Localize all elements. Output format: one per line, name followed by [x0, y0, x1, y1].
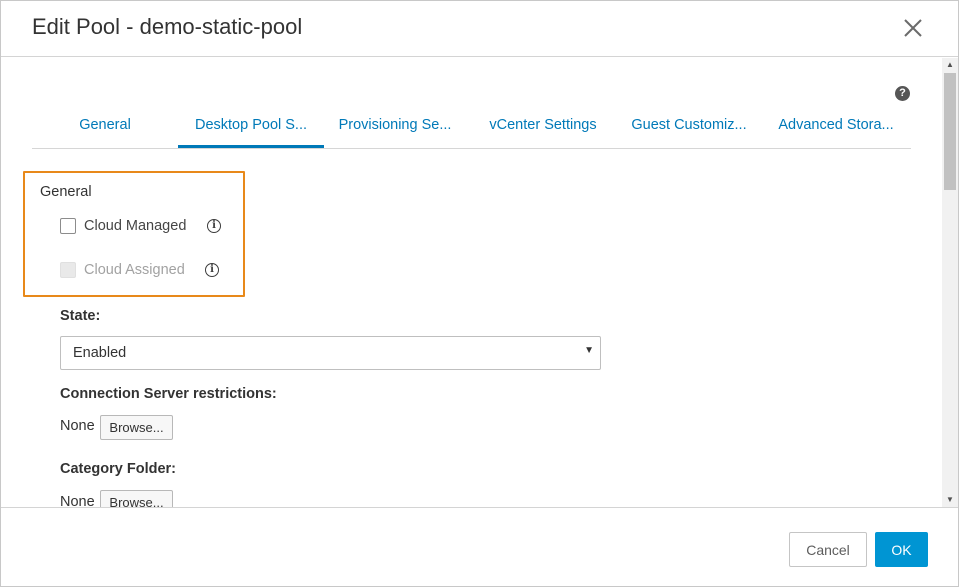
ok-button[interactable]: OK [875, 532, 928, 567]
connection-server-restrictions-value: None [60, 418, 95, 434]
cloud-managed-info-icon[interactable]: i [207, 219, 221, 233]
tab-bar: General Desktop Pool S... Provisioning S… [32, 108, 911, 149]
close-icon[interactable] [900, 15, 926, 41]
tab-vcenter-settings[interactable]: vCenter Settings [484, 108, 602, 148]
cancel-button[interactable]: Cancel [789, 532, 867, 567]
connection-server-browse-button[interactable]: Browse... [100, 415, 173, 440]
dialog-header: Edit Pool - demo-static-pool [1, 1, 958, 57]
dialog-footer: Cancel OK [1, 507, 958, 586]
category-folder-browse-button[interactable]: Browse... [100, 490, 173, 507]
cloud-assigned-label: Cloud Assigned [84, 262, 185, 278]
cloud-managed-row: Cloud Managed [60, 216, 186, 236]
scroll-up-icon[interactable]: ▲ [942, 58, 958, 72]
tab-desktop-pool-settings[interactable]: Desktop Pool S... [178, 108, 324, 148]
state-label: State: [60, 308, 101, 324]
state-select-value: Enabled [73, 345, 127, 361]
tab-provisioning-settings[interactable]: Provisioning Se... [336, 108, 454, 148]
cloud-managed-label: Cloud Managed [84, 218, 187, 234]
state-select[interactable]: Enabled ▼ [60, 336, 601, 370]
scrollbar-thumb[interactable] [944, 73, 956, 190]
cloud-managed-checkbox[interactable] [60, 218, 76, 234]
dialog-title: Edit Pool - demo-static-pool [32, 14, 303, 39]
category-folder-value: None [60, 494, 95, 507]
help-icon[interactable]: ? [895, 86, 910, 101]
vertical-scrollbar[interactable]: ▲ ▼ [942, 58, 958, 507]
tab-advanced-storage[interactable]: Advanced Stora... [776, 108, 896, 148]
tab-guest-customization[interactable]: Guest Customiz... [629, 108, 749, 148]
edit-pool-dialog: Edit Pool - demo-static-pool ? General D… [0, 0, 959, 587]
general-section-heading: General [40, 184, 92, 200]
connection-server-restrictions-label: Connection Server restrictions: [60, 386, 277, 402]
tab-general[interactable]: General [49, 108, 161, 148]
cloud-assigned-checkbox [60, 262, 76, 278]
category-folder-label: Category Folder: [60, 461, 177, 477]
dialog-body: ? General Desktop Pool S... Provisioning… [1, 58, 958, 507]
cloud-assigned-row: Cloud Assigned [60, 260, 185, 280]
cloud-assigned-info-icon[interactable]: i [205, 263, 219, 277]
scroll-down-icon[interactable]: ▼ [942, 493, 958, 507]
caret-down-icon: ▼ [584, 345, 594, 356]
